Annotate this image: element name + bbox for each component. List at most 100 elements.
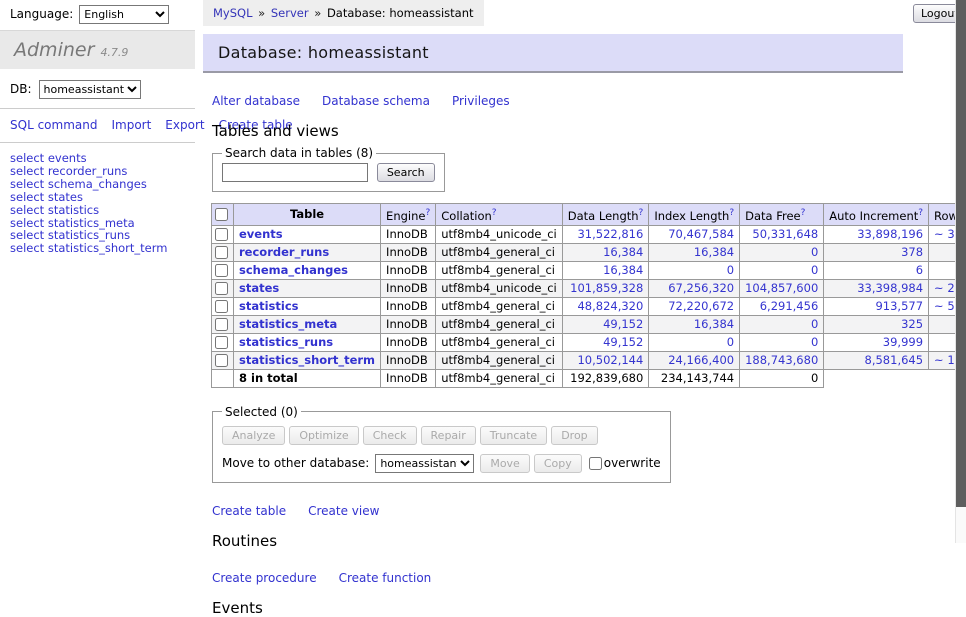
row-checkbox-statistics-meta[interactable] — [215, 318, 228, 331]
move-button[interactable]: Move — [480, 454, 530, 473]
select-link-recorder-runs[interactable]: select — [10, 164, 44, 178]
table-name-link-statistics[interactable]: statistics — [239, 299, 299, 313]
total-data-free-cell: 0 — [740, 369, 824, 387]
row-checkbox-statistics-short-term[interactable] — [215, 354, 228, 367]
auto-increment-cell: 6 — [824, 261, 929, 279]
column-help-link[interactable]: ? — [425, 208, 430, 218]
sidebar-link-export[interactable]: Export — [165, 118, 204, 132]
row-checkbox-statistics[interactable] — [215, 300, 228, 313]
collation-cell: utf8mb4_unicode_ci — [436, 225, 563, 243]
table-name-link-events[interactable]: events — [239, 227, 283, 241]
scrollbar-thumb[interactable] — [956, 0, 966, 507]
row-checkbox-states[interactable] — [215, 282, 228, 295]
select-link-statistics-meta[interactable]: select — [10, 216, 44, 230]
drop-button[interactable]: Drop — [551, 426, 597, 445]
select-link-statistics-runs[interactable]: select — [10, 228, 44, 242]
column-header-engine: Engine? — [381, 204, 436, 226]
column-help-link[interactable]: ? — [729, 208, 734, 218]
table-link-statistics-short-term[interactable]: statistics_short_term — [48, 241, 168, 255]
row-checkbox-statistics-runs[interactable] — [215, 336, 228, 349]
row-checkbox-recorder-runs[interactable] — [215, 246, 228, 259]
table-link-events[interactable]: events — [48, 151, 87, 165]
language-select[interactable]: English — [79, 5, 169, 24]
data-length-cell: 16,384 — [562, 261, 649, 279]
table-name-link-states[interactable]: states — [239, 281, 279, 295]
create-procedure-link[interactable]: Create procedure — [212, 571, 317, 585]
move-label: Move to other database: — [222, 456, 369, 470]
data-free-cell: 0 — [740, 243, 824, 261]
column-help-link[interactable]: ? — [492, 208, 497, 218]
table-link-states[interactable]: states — [48, 190, 83, 204]
auto-increment-cell: 325 — [824, 315, 929, 333]
events-heading: Events — [212, 599, 903, 617]
table-name-link-recorder-runs[interactable]: recorder_runs — [239, 245, 329, 259]
row-check-cell — [212, 351, 234, 369]
create-function-link[interactable]: Create function — [339, 571, 432, 585]
db-select[interactable]: homeassistant — [39, 80, 141, 99]
breadcrumb-link-mysql[interactable]: MySQL — [213, 6, 253, 20]
analyze-button[interactable]: Analyze — [222, 426, 285, 445]
collation-cell: utf8mb4_general_ci — [436, 315, 563, 333]
copy-button[interactable]: Copy — [534, 454, 582, 473]
total-check-cell — [212, 369, 234, 387]
data-free-cell: 0 — [740, 315, 824, 333]
total-data-length-cell: 192,839,680 — [562, 369, 649, 387]
table-link-recorder-runs[interactable]: recorder_runs — [48, 164, 128, 178]
select-link-states[interactable]: select — [10, 190, 44, 204]
collation-cell: utf8mb4_general_ci — [436, 261, 563, 279]
row-checkbox-schema-changes[interactable] — [215, 264, 228, 277]
select-link-statistics-short-term[interactable]: select — [10, 241, 44, 255]
sidebar-divider — [0, 142, 195, 143]
engine-cell: InnoDB — [381, 225, 436, 243]
move-db-select[interactable]: homeassistant — [375, 454, 474, 473]
collation-cell: utf8mb4_general_ci — [436, 351, 563, 369]
check-button[interactable]: Check — [363, 426, 417, 445]
privileges-link[interactable]: Privileges — [452, 94, 510, 108]
select-link-statistics[interactable]: select — [10, 203, 44, 217]
row-checkbox-events[interactable] — [215, 228, 228, 241]
overwrite-checkbox[interactable] — [589, 457, 602, 470]
create-table-link[interactable]: Create table — [212, 504, 286, 518]
sidebar-link-import[interactable]: Import — [111, 118, 151, 132]
alter-database-link[interactable]: Alter database — [212, 94, 300, 108]
row-check-cell — [212, 333, 234, 351]
table-link-statistics[interactable]: statistics — [48, 203, 99, 217]
breadcrumb-link-server[interactable]: Server — [271, 6, 309, 20]
truncate-button[interactable]: Truncate — [480, 426, 547, 445]
database-schema-link[interactable]: Database schema — [322, 94, 430, 108]
selected-actions: AnalyzeOptimize CheckRepairTruncateDrop — [222, 426, 661, 445]
app-name: Adminer — [14, 39, 94, 61]
column-help-link[interactable]: ? — [639, 208, 644, 218]
sidebar-link-sql-command[interactable]: SQL command — [10, 118, 97, 132]
create-view-link[interactable]: Create view — [308, 504, 379, 518]
table-name-link-statistics-short-term[interactable]: statistics_short_term — [239, 353, 375, 367]
search-button[interactable]: Search — [377, 163, 435, 182]
table-row: statisticsInnoDButf8mb4_general_ci48,824… — [212, 297, 966, 315]
overwrite-option[interactable]: overwrite — [589, 456, 661, 470]
table-link-statistics-runs[interactable]: statistics_runs — [48, 228, 130, 242]
auto-increment-cell: 8,581,645 — [824, 351, 929, 369]
language-label: Language: — [10, 7, 73, 21]
column-help-link[interactable]: ? — [801, 208, 806, 218]
table-name-link-statistics-runs[interactable]: statistics_runs — [239, 335, 333, 349]
select-link-schema-changes[interactable]: select — [10, 177, 44, 191]
repair-button[interactable]: Repair — [421, 426, 476, 445]
select-link-events[interactable]: select — [10, 151, 44, 165]
optimize-button[interactable]: Optimize — [289, 426, 358, 445]
total-collation-cell: utf8mb4_general_ci — [436, 369, 563, 387]
data-free-cell: 6,291,456 — [740, 297, 824, 315]
table-name-link-schema-changes[interactable]: schema_changes — [239, 263, 348, 277]
select-all-checkbox[interactable] — [215, 208, 228, 221]
column-help-link[interactable]: ? — [918, 208, 923, 218]
breadcrumb-separator: » — [309, 6, 327, 20]
table-row: eventsInnoDButf8mb4_unicode_ci31,522,816… — [212, 225, 966, 243]
table-link-schema-changes[interactable]: schema_changes — [48, 177, 147, 191]
table-link-statistics-meta[interactable]: statistics_meta — [48, 216, 135, 230]
vertical-scrollbar[interactable] — [955, 0, 966, 543]
table-name-link-statistics-meta[interactable]: statistics_meta — [239, 317, 337, 331]
data-length-cell: 10,502,144 — [562, 351, 649, 369]
search-input[interactable] — [222, 163, 368, 182]
table-name-cell: recorder_runs — [234, 243, 381, 261]
app-version: 4.7.9 — [100, 46, 128, 59]
engine-cell: InnoDB — [381, 351, 436, 369]
